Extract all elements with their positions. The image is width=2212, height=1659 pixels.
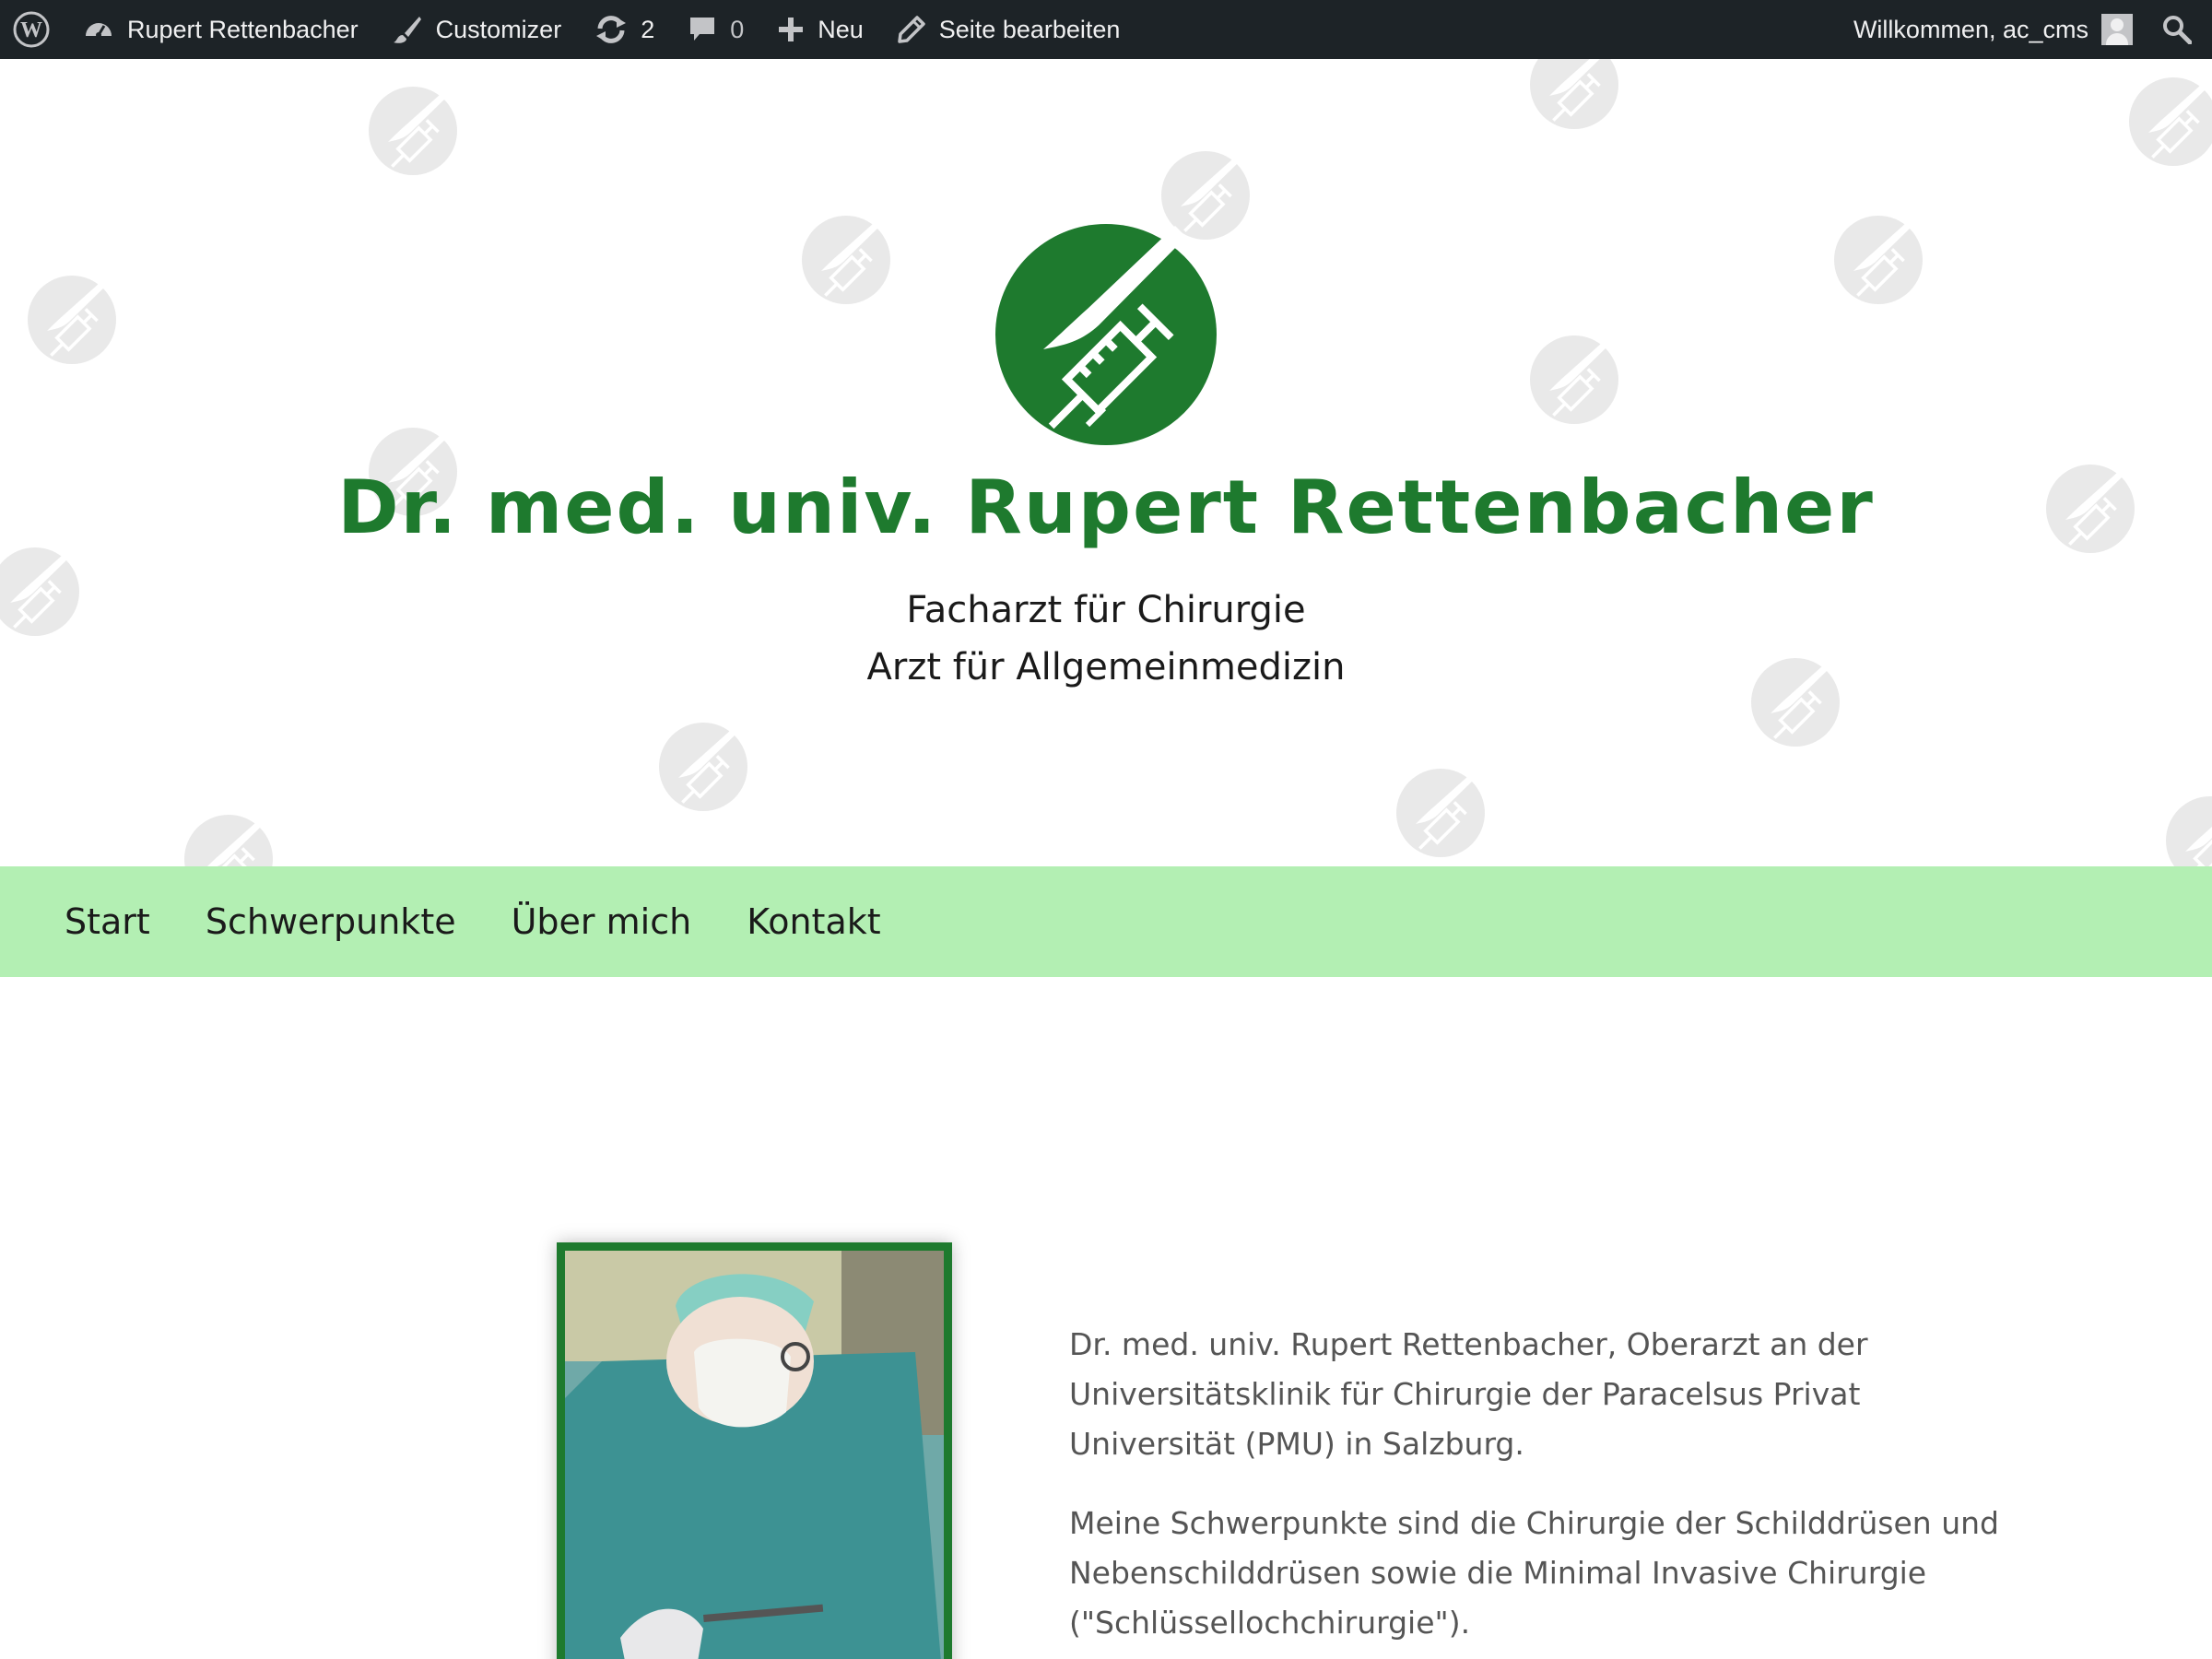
scalpel-syringe-logo-icon[interactable]: [995, 224, 1217, 445]
site-name-menu[interactable]: Rupert Rettenbacher: [66, 0, 375, 59]
surgeon-photo: [557, 1242, 952, 1659]
nav-item-ueber-mich[interactable]: Über mich: [512, 901, 692, 942]
intro-paragraph-2: Meine Schwerpunkte sind die Chirurgie de…: [1069, 1505, 1999, 1641]
site-header: Dr. med. univ. Rupert Rettenbacher Facha…: [0, 59, 2212, 866]
background-watermark-icon: [659, 723, 747, 811]
brush-icon: [393, 17, 421, 43]
nav-item-kontakt[interactable]: Kontakt: [747, 901, 880, 942]
customizer-link[interactable]: Customizer: [375, 0, 579, 59]
intro-paragraph-1: Dr. med. univ. Rupert Rettenbacher, Ober…: [1069, 1326, 1868, 1462]
dashboard-icon: [86, 23, 112, 38]
intro-text: Dr. med. univ. Rupert Rettenbacher, Ober…: [1069, 1320, 2009, 1659]
background-watermark-icon: [184, 815, 273, 866]
main-navigation: Start Schwerpunkte Über mich Kontakt: [0, 866, 2212, 977]
pencil-icon: [898, 16, 925, 43]
new-content-menu[interactable]: Neu: [760, 0, 880, 59]
edit-page-label: Seite bearbeiten: [938, 15, 1121, 43]
my-account-menu[interactable]: Willkommen, ac_cms: [1837, 0, 2146, 59]
background-watermark-icon: [802, 216, 890, 304]
search-icon: [2163, 16, 2192, 44]
comments-count: 0: [730, 15, 745, 43]
updates-link[interactable]: 2: [578, 0, 671, 59]
tagline-line-1: Facharzt für Chirurgie: [906, 589, 1306, 631]
svg-text:W: W: [20, 18, 42, 42]
nav-item-start[interactable]: Start: [65, 901, 150, 942]
background-watermark-icon: [2129, 77, 2212, 166]
refresh-icon: [596, 16, 627, 43]
nav-item-schwerpunkte[interactable]: Schwerpunkte: [206, 901, 456, 942]
admin-search[interactable]: [2146, 0, 2212, 59]
background-watermark-icon: [1396, 769, 1485, 857]
plus-icon: [779, 18, 804, 41]
new-label: Neu: [818, 15, 864, 43]
background-watermark-icon: [1530, 335, 1618, 424]
surgeon-photo-illustration: [565, 1251, 944, 1659]
site-name-label: Rupert Rettenbacher: [127, 15, 359, 43]
background-watermark-icon: [1834, 216, 1923, 304]
wordpress-menu[interactable]: W: [0, 0, 66, 59]
background-watermark-icon: [2166, 796, 2212, 866]
background-watermark-icon: [28, 276, 116, 364]
welcome-text: Willkommen, ac_cms: [1853, 15, 2088, 43]
avatar: [2101, 14, 2133, 45]
admin-bar: W Rupert Rettenbacher Customizer 2 0 Neu…: [0, 0, 2212, 59]
tagline-line-2: Arzt für Allgemeinmedizin: [866, 646, 1346, 688]
wordpress-logo-icon: W: [13, 11, 50, 48]
customizer-label: Customizer: [435, 15, 562, 43]
comments-link[interactable]: 0: [671, 0, 760, 59]
updates-count: 2: [641, 15, 655, 43]
background-watermark-icon: [1530, 59, 1618, 129]
background-watermark-icon: [369, 87, 457, 175]
comment-icon: [690, 18, 715, 41]
edit-page-link[interactable]: Seite bearbeiten: [880, 0, 1137, 59]
site-title[interactable]: Dr. med. univ. Rupert Rettenbacher: [0, 465, 2212, 550]
